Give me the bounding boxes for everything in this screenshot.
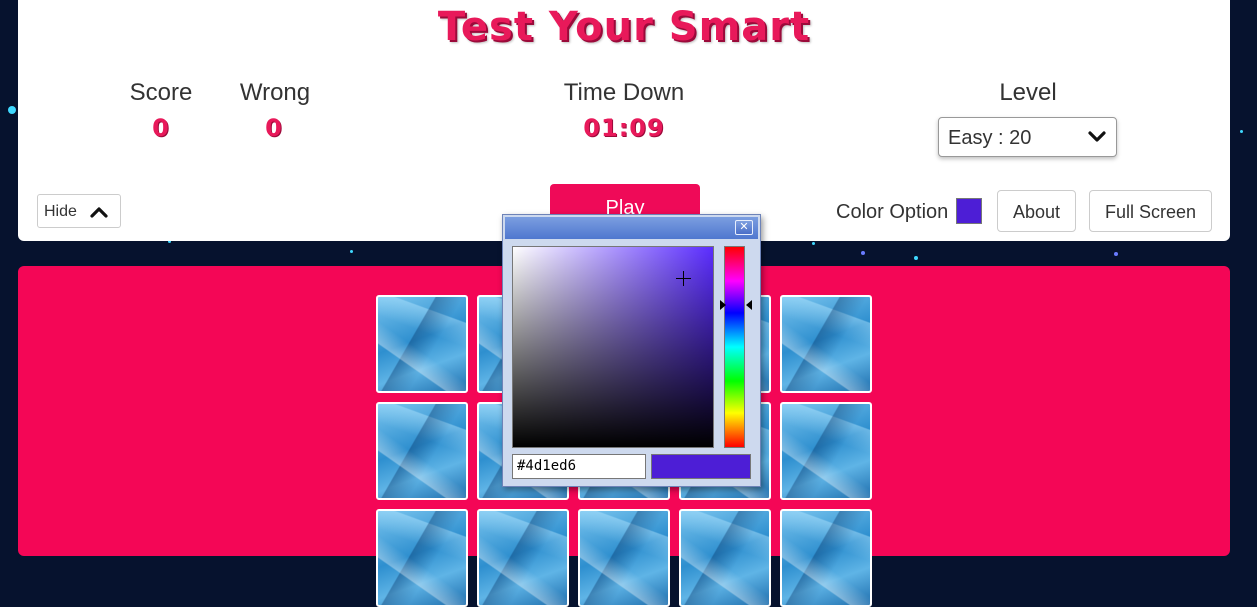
full-screen-button[interactable]: Full Screen bbox=[1089, 190, 1212, 232]
memory-card[interactable] bbox=[376, 402, 468, 500]
hue-slider-handle-icon[interactable] bbox=[720, 300, 726, 310]
background-star bbox=[861, 251, 865, 255]
color-option-label: Color Option bbox=[836, 201, 949, 223]
level-select[interactable]: Easy : 20 bbox=[938, 117, 1117, 157]
memory-card[interactable] bbox=[780, 402, 872, 500]
color-picker-titlebar[interactable]: ✕ bbox=[505, 217, 758, 239]
page-title: Test Your Smart bbox=[437, 4, 811, 50]
memory-card[interactable] bbox=[780, 295, 872, 393]
play-button[interactable]: Play bbox=[550, 184, 700, 219]
time-value: 01:09 bbox=[583, 114, 665, 142]
memory-card[interactable] bbox=[477, 509, 569, 607]
wrong-value: 0 bbox=[265, 114, 283, 142]
background-star bbox=[914, 256, 918, 260]
wrong-label: Wrong bbox=[239, 79, 311, 106]
crosshair-icon bbox=[676, 271, 691, 286]
level-selected-value: Easy : 20 bbox=[948, 127, 1032, 149]
hex-color-input[interactable]: #4d1ed6 bbox=[512, 454, 646, 479]
saturation-value-field[interactable] bbox=[512, 246, 714, 448]
background-star bbox=[8, 106, 16, 114]
memory-card[interactable] bbox=[780, 509, 872, 607]
memory-card[interactable] bbox=[578, 509, 670, 607]
color-option-swatch[interactable] bbox=[956, 198, 982, 224]
background-star bbox=[1240, 130, 1243, 133]
color-picker-dialog: ✕ #4d1ed6 bbox=[502, 214, 761, 487]
memory-card[interactable] bbox=[376, 509, 468, 607]
level-label: Level bbox=[999, 79, 1057, 106]
close-icon[interactable]: ✕ bbox=[735, 220, 753, 235]
time-label: Time Down bbox=[563, 79, 685, 106]
hide-button-label: Hide bbox=[44, 203, 77, 220]
color-preview bbox=[651, 454, 751, 479]
background-star bbox=[1114, 252, 1118, 256]
about-button[interactable]: About bbox=[997, 190, 1076, 232]
chevron-down-icon bbox=[1088, 131, 1106, 142]
hue-slider[interactable] bbox=[724, 246, 745, 448]
background-star bbox=[812, 242, 815, 245]
chevron-up-icon bbox=[90, 207, 108, 218]
header-panel: Test Your Smart Score 0 Wrong 0 Time Dow… bbox=[18, 0, 1230, 241]
memory-card[interactable] bbox=[376, 295, 468, 393]
hide-button[interactable]: Hide bbox=[37, 194, 121, 228]
memory-card[interactable] bbox=[679, 509, 771, 607]
hue-slider-handle-icon[interactable] bbox=[746, 300, 752, 310]
background-star bbox=[350, 250, 353, 253]
